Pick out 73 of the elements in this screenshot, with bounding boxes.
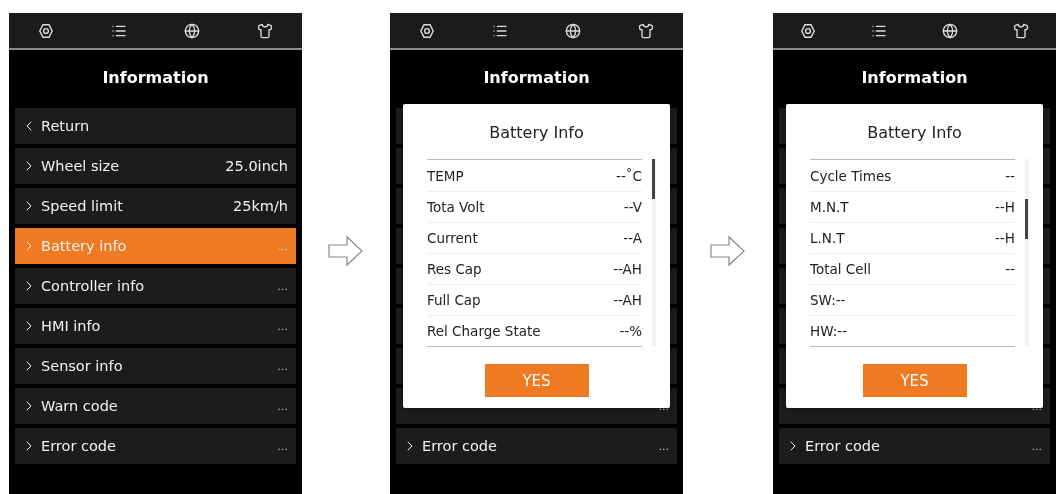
info-label: Res Cap [427, 261, 482, 277]
menu-item[interactable]: Return [15, 108, 296, 144]
menu-label: Battery info [41, 238, 128, 254]
menu-value: ... [277, 319, 288, 333]
menu-value: ... [658, 399, 669, 413]
globe-icon[interactable] [565, 22, 582, 39]
info-value: -- [1005, 167, 1015, 184]
info-value: --A [623, 230, 642, 246]
menu-value: ... [277, 239, 288, 253]
menu-item[interactable]: Controller info ... [15, 268, 296, 304]
menu-label: Speed limit [41, 198, 124, 214]
menu-label: HMI info [41, 318, 102, 334]
menu-label: Controller info [41, 278, 146, 294]
menu-item[interactable]: Error code ... [396, 428, 677, 464]
info-value: --AH [613, 261, 642, 277]
menu-item[interactable]: Error code ... [15, 428, 296, 464]
settings-icon[interactable] [37, 22, 54, 39]
globe-icon[interactable] [184, 22, 201, 39]
menu-label: Wheel size [41, 158, 121, 174]
shirt-icon[interactable] [1012, 22, 1029, 39]
info-label: L.N.T [810, 230, 845, 246]
info-value: --H [995, 230, 1015, 246]
dialog-title: Battery Info [867, 122, 962, 144]
settings-icon[interactable] [418, 22, 435, 39]
info-value: --˚C [616, 167, 642, 184]
menu-value: ... [277, 359, 288, 373]
screen-title: Information [860, 67, 969, 89]
info-value: --H [995, 199, 1015, 215]
info-label: Rel Charge State [427, 323, 541, 339]
shirt-icon[interactable] [638, 22, 655, 39]
info-label: HW:-- [810, 323, 847, 339]
screen-title: Information [482, 67, 591, 89]
right-arrow-icon [710, 235, 746, 267]
scroll-thumb[interactable] [652, 159, 655, 199]
menu-value: ... [658, 439, 669, 453]
menu-value: 25km/h [232, 198, 288, 214]
info-label: Cycle Times [810, 167, 892, 184]
menu-item[interactable]: Sensor info ... [15, 348, 296, 384]
info-label: SW:-- [810, 292, 846, 308]
info-label: Full Cap [427, 292, 481, 308]
info-value: --% [619, 323, 642, 339]
menu-label: Error code [41, 438, 117, 454]
scroll-thumb[interactable] [1025, 199, 1028, 239]
menu-value: ... [277, 279, 288, 293]
menu-value: ... [1031, 399, 1042, 413]
menu-value: 25.0inch [225, 158, 288, 174]
menu-item[interactable]: Error code ... [779, 428, 1050, 464]
right-arrow-icon [328, 235, 364, 267]
menu-value: ... [277, 439, 288, 453]
menu-item[interactable]: Speed limit 25km/h [15, 188, 296, 224]
info-label: TEMP [427, 167, 464, 184]
dialog-title: Battery Info [489, 122, 584, 144]
info-value: -- [1005, 261, 1015, 277]
menu-item[interactable]: Wheel size 25.0inch [15, 148, 296, 184]
info-label: Tota Volt [427, 199, 485, 215]
menu-label: Sensor info [41, 358, 124, 374]
info-label: Current [427, 230, 478, 246]
globe-icon[interactable] [941, 22, 958, 39]
menu-value: ... [277, 399, 288, 413]
info-label: M.N.T [810, 199, 849, 215]
menu-label: Warn code [41, 398, 119, 414]
screen-title: Information [101, 67, 210, 89]
info-value: --V [623, 199, 642, 215]
info-label: Total Cell [810, 261, 872, 277]
settings-icon[interactable] [800, 22, 817, 39]
shirt-icon[interactable] [257, 22, 274, 39]
menu-label: Error code [805, 438, 881, 454]
menu-label: Error code [422, 438, 498, 454]
menu-item[interactable]: Warn code ... [15, 388, 296, 424]
menu-value: ... [1031, 439, 1042, 453]
menu-item[interactable]: HMI info ... [15, 308, 296, 344]
menu-label: Return [41, 118, 91, 134]
info-value: --AH [613, 292, 642, 308]
